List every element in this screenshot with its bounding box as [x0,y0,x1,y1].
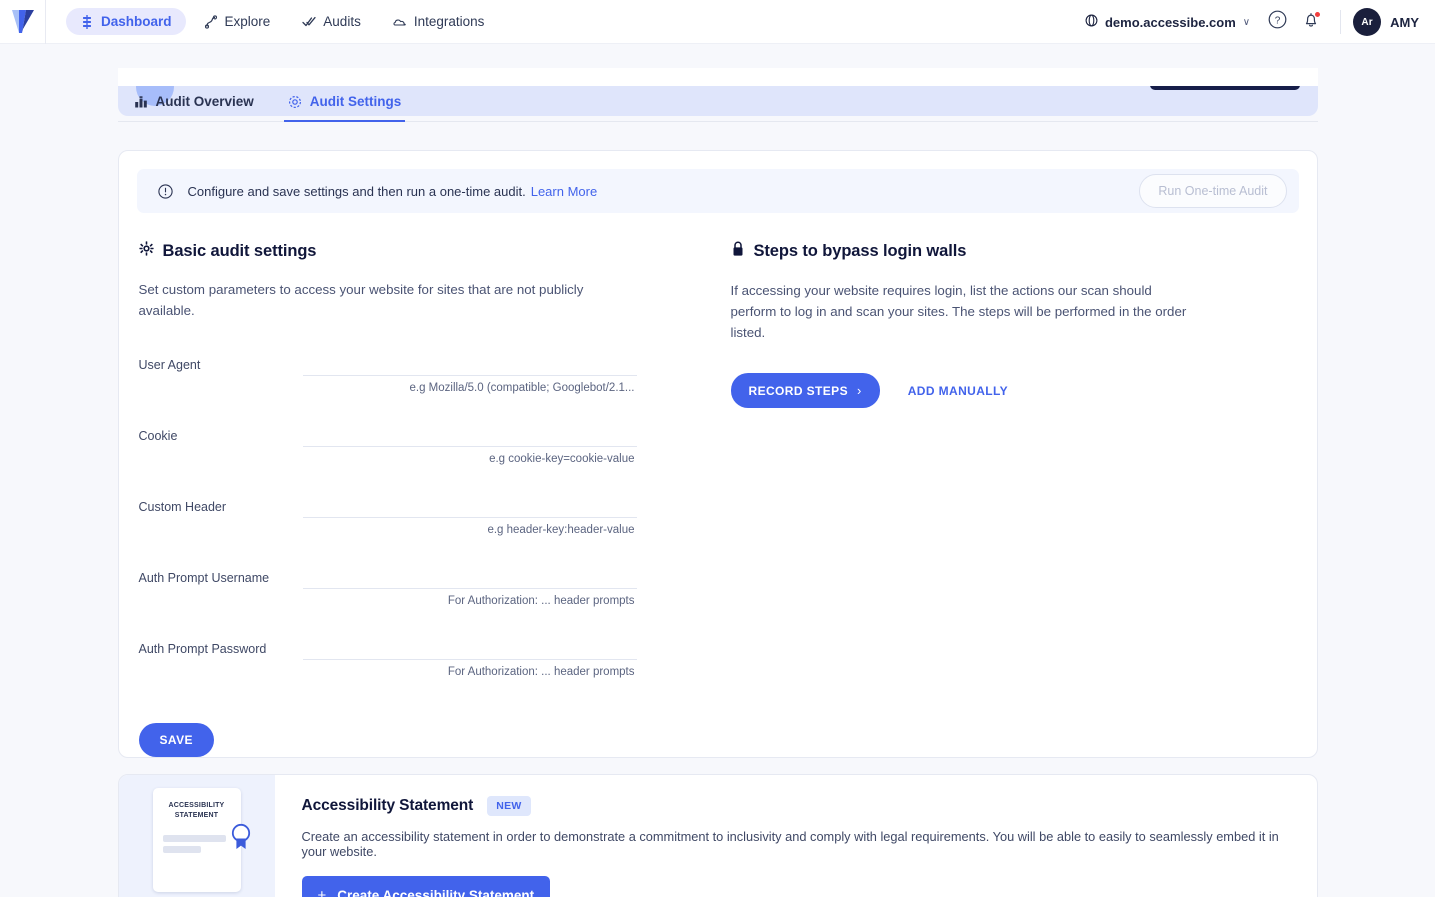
save-button[interactable]: SAVE [138,723,214,757]
login-walls-title: Steps to bypass login walls [753,242,967,260]
site-selector-label: demo.accessibe.com [1104,14,1236,30]
settings-columns: Basic audit settings Set custom paramete… [137,241,1299,757]
auth-prompt-password-input[interactable] [302,636,637,660]
app-logo[interactable] [0,0,46,44]
notifications-button[interactable] [1294,5,1328,39]
nav-label-explore: Explore [224,14,271,29]
svg-text:?: ? [1274,15,1280,26]
award-ribbon-icon [230,822,252,857]
doc-title-line-2: STATEMENT [174,812,219,819]
field-cookie: Cookie e.g cookie-key=cookie-value [139,423,637,494]
basic-settings-title: Basic audit settings [162,241,317,260]
audit-tabs: Audit Overview Audit Settings [117,86,1318,122]
tab-audit-overview[interactable]: Audit Overview [130,86,258,122]
info-circle-icon [157,183,173,199]
statement-thumbnail: ACCESSIBILITY STATEMENT [118,775,275,897]
nav-label-audits: Audits [323,14,361,29]
audits-check-icon [302,15,316,29]
nav-divider [1340,10,1342,34]
gear-icon [288,95,302,109]
audit-overview-icon [134,95,148,109]
nav-item-dashboard[interactable]: Dashboard [66,8,186,35]
user-agent-input[interactable] [302,352,637,376]
field-custom-header: Custom Header e.g header-key:header-valu… [139,494,637,565]
nav-item-audits[interactable]: Audits [288,8,375,35]
integrations-cloud-icon [393,15,407,29]
basic-settings-heading: Basic audit settings [138,241,637,261]
user-name[interactable]: AMY [1390,15,1419,30]
auth-prompt-username-input[interactable] [302,565,637,589]
page-body: Audit Overview Audit Settings Configure … [0,44,1435,897]
content-container: Audit Overview Audit Settings Configure … [117,68,1318,897]
field-auth-prompt-password: Auth Prompt Password For Authorization: … [139,636,637,707]
avatar[interactable]: Ar [1353,8,1382,36]
login-walls-description: If accessing your website requires login… [730,283,1187,340]
record-steps-button[interactable]: RECORD STEPS › [730,373,880,408]
tab-label-audit-settings: Audit Settings [309,94,402,109]
statement-description: Create an accessibility statement in ord… [301,829,1279,859]
statement-title: Accessibility Statement [301,797,474,814]
nav-label-integrations: Integrations [413,14,485,29]
field-hint: e.g header-key:header-value [487,524,635,536]
tab-label-audit-overview: Audit Overview [155,94,254,109]
banner-clip-mask [117,68,1318,86]
gear-icon [138,241,154,261]
run-one-time-audit-button[interactable]: Run One-time Audit [1139,174,1287,208]
add-manually-link[interactable]: ADD MANUALLY [908,384,1008,398]
nav-right-cluster: demo.accessibe.com ∨ ? Ar AMY [1075,0,1423,44]
field-hint: For Authorization: ... header prompts [447,595,635,607]
doc-title-line-1: ACCESSIBILITY [168,802,225,809]
help-button[interactable]: ? [1260,5,1294,39]
create-accessibility-statement-button[interactable]: + Create Accessibility Statement [301,876,551,897]
tab-audit-settings[interactable]: Audit Settings [283,86,406,122]
configure-notice-banner: Configure and save settings and then run… [136,169,1299,213]
record-steps-label: RECORD STEPS [748,383,848,398]
login-walls-column: Steps to bypass login walls If accessing… [637,241,1299,757]
statement-card-body: Accessibility Statement NEW Create an ac… [275,775,1317,897]
basic-settings-description: Set custom parameters to access your web… [138,282,584,318]
top-navigation-bar: Dashboard Explore Audits Integrations de… [0,0,1435,44]
accessibe-logo-icon [11,9,34,33]
audit-settings-panel: Configure and save settings and then run… [117,150,1318,758]
dashboard-icon [80,14,94,29]
field-user-agent: User Agent e.g Mozilla/5.0 (compatible; … [139,352,637,423]
chevron-right-icon: › [856,383,862,398]
status-badge: NEW [487,796,531,816]
learn-more-link[interactable]: Learn More [531,184,597,199]
login-walls-heading: Steps to bypass login walls [731,241,1299,262]
cookie-input[interactable] [302,423,637,447]
accessibility-statement-card: ACCESSIBILITY STATEMENT Accessibility St… [117,774,1318,897]
accessibility-statement-doc-icon: ACCESSIBILITY STATEMENT [152,788,250,892]
field-label: Auth Prompt Password [138,642,267,656]
field-label: User Agent [138,358,201,372]
nav-item-integrations[interactable]: Integrations [379,8,499,35]
nav-item-explore[interactable]: Explore [190,8,285,35]
basic-audit-settings-column: Basic audit settings Set custom paramete… [137,241,637,757]
notice-text: Configure and save settings and then run… [187,183,526,199]
primary-nav-items: Dashboard Explore Audits Integrations [66,8,498,35]
plus-icon: + [317,887,327,897]
field-label: Cookie [138,429,178,443]
site-globe-icon [1085,14,1098,30]
chevron-down-icon: ∨ [1242,16,1251,28]
lock-icon [731,241,745,262]
field-hint: e.g cookie-key=cookie-value [489,453,635,465]
create-button-label: Create Accessibility Statement [337,888,535,897]
field-label: Auth Prompt Username [138,571,270,585]
field-hint: e.g Mozilla/5.0 (compatible; Googlebot/2… [409,382,635,394]
nav-label-dashboard: Dashboard [101,14,172,29]
doc-placeholder-bar [162,846,201,853]
field-auth-prompt-username: Auth Prompt Username For Authorization: … [139,565,637,636]
site-selector[interactable]: demo.accessibe.com ∨ [1075,14,1260,30]
field-hint: For Authorization: ... header prompts [447,666,635,678]
doc-placeholder-bar [162,835,226,842]
field-label: Custom Header [138,500,227,514]
help-circle-icon: ? [1268,10,1287,34]
statement-title-row: Accessibility Statement NEW [302,796,1295,816]
explore-icon [204,14,218,29]
custom-header-input[interactable] [302,494,637,518]
basic-settings-form: User Agent e.g Mozilla/5.0 (compatible; … [139,352,637,707]
login-walls-actions: RECORD STEPS › ADD MANUALLY [730,373,1299,408]
